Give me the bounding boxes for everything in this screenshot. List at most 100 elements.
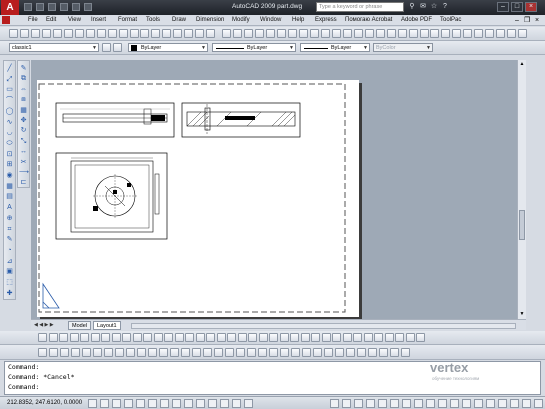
osnap-tool-10-icon[interactable]: [137, 348, 146, 357]
osnap-tool-21-icon[interactable]: [258, 348, 267, 357]
modify-tool-8-icon[interactable]: ⤡: [19, 137, 28, 146]
draw-tool-16-icon[interactable]: ⌗: [5, 225, 14, 234]
standard-tool-29-icon[interactable]: [321, 29, 330, 38]
dimension-tool-32-icon[interactable]: [364, 333, 373, 342]
draw-tool-1-icon[interactable]: ╱: [5, 64, 14, 73]
plot-icon[interactable]: [84, 3, 92, 11]
menu-acrobat-ru[interactable]: Помогаю Acrobat: [345, 16, 392, 25]
osnap-tool-17-icon[interactable]: [214, 348, 223, 357]
osnap-tool-2-icon[interactable]: [49, 348, 58, 357]
status-toggle-10-icon[interactable]: [196, 399, 205, 408]
dimension-tool-4-icon[interactable]: [70, 333, 79, 342]
standard-tool-6-icon[interactable]: [64, 29, 73, 38]
modify-tool-5-icon[interactable]: ▦: [19, 106, 28, 115]
close-button[interactable]: ×: [525, 2, 537, 12]
draw-tool-22-icon[interactable]: ✚: [5, 289, 14, 298]
modify-tool-7-icon[interactable]: ↻: [19, 126, 28, 135]
status-toggle-9-icon[interactable]: [184, 399, 193, 408]
modify-tool-2-icon[interactable]: ⧉: [19, 74, 28, 83]
osnap-tool-3-icon[interactable]: [60, 348, 69, 357]
status-toggle-31-icon[interactable]: [522, 399, 531, 408]
standard-tool-7-icon[interactable]: [75, 29, 84, 38]
dimension-tool-23-icon[interactable]: [269, 333, 278, 342]
favorites-icon[interactable]: ☆: [430, 3, 438, 11]
osnap-tool-27-icon[interactable]: [324, 348, 333, 357]
dimension-tool-27-icon[interactable]: [311, 333, 320, 342]
redo-icon[interactable]: [72, 3, 80, 11]
standard-tool-24-icon[interactable]: [266, 29, 275, 38]
tab-model[interactable]: Model: [68, 321, 91, 330]
osnap-tool-19-icon[interactable]: [236, 348, 245, 357]
standard-tool-30-icon[interactable]: [332, 29, 341, 38]
menu-edit[interactable]: Edit: [46, 16, 56, 25]
osnap-tool-31-icon[interactable]: [368, 348, 377, 357]
status-toggle-19-icon[interactable]: [378, 399, 387, 408]
draw-tool-18-icon[interactable]: ◔: [5, 246, 14, 255]
document-icon[interactable]: [2, 16, 10, 24]
draw-tool-21-icon[interactable]: ⬚: [5, 278, 14, 287]
dimension-tool-14-icon[interactable]: [175, 333, 184, 342]
dimension-tool-16-icon[interactable]: [196, 333, 205, 342]
standard-tool-37-icon[interactable]: [409, 29, 418, 38]
undo-icon[interactable]: [60, 3, 68, 11]
osnap-tool-32-icon[interactable]: [379, 348, 388, 357]
standard-tool-2-icon[interactable]: [20, 29, 29, 38]
status-toggle-7-icon[interactable]: [160, 399, 169, 408]
scroll-up-arrow-icon[interactable]: ▲: [518, 60, 526, 68]
osnap-tool-29-icon[interactable]: [346, 348, 355, 357]
dimension-tool-28-icon[interactable]: [322, 333, 331, 342]
standard-tool-32-icon[interactable]: [354, 29, 363, 38]
osnap-tool-25-icon[interactable]: [302, 348, 311, 357]
status-toggle-6-icon[interactable]: [148, 399, 157, 408]
standard-tool-34-icon[interactable]: [376, 29, 385, 38]
standard-tool-21-icon[interactable]: [233, 29, 242, 38]
osnap-tool-11-icon[interactable]: [148, 348, 157, 357]
osnap-tool-30-icon[interactable]: [357, 348, 366, 357]
minimize-button[interactable]: –: [497, 2, 509, 12]
standard-tool-35-icon[interactable]: [387, 29, 396, 38]
standard-tool-42-icon[interactable]: [463, 29, 472, 38]
menu-window[interactable]: Window: [260, 16, 281, 25]
standard-tool-13-icon[interactable]: [140, 29, 149, 38]
dimension-tool-26-icon[interactable]: [301, 333, 310, 342]
standard-tool-27-icon[interactable]: [299, 29, 308, 38]
status-toggle-16-icon[interactable]: [342, 399, 351, 408]
dimension-tool-20-icon[interactable]: [238, 333, 247, 342]
status-toggle-1-icon[interactable]: [88, 399, 97, 408]
dimension-tool-18-icon[interactable]: [217, 333, 226, 342]
doc-close-icon[interactable]: ×: [535, 16, 539, 25]
osnap-tool-1-icon[interactable]: [38, 348, 47, 357]
standard-tool-3-icon[interactable]: [31, 29, 40, 38]
standard-tool-9-icon[interactable]: [97, 29, 106, 38]
dimension-tool-15-icon[interactable]: [185, 333, 194, 342]
draw-tool-17-icon[interactable]: ✎: [5, 235, 14, 244]
standard-tool-25-icon[interactable]: [277, 29, 286, 38]
standard-tool-18-icon[interactable]: [195, 29, 204, 38]
dimension-tool-6-icon[interactable]: [91, 333, 100, 342]
draw-tool-11-icon[interactable]: ◉: [5, 171, 14, 180]
osnap-tool-26-icon[interactable]: [313, 348, 322, 357]
osnap-tool-20-icon[interactable]: [247, 348, 256, 357]
tab-layout1[interactable]: Layout1: [93, 321, 121, 330]
status-toggle-12-icon[interactable]: [220, 399, 229, 408]
draw-tool-12-icon[interactable]: ▦: [5, 182, 14, 191]
dimension-tool-22-icon[interactable]: [259, 333, 268, 342]
standard-tool-31-icon[interactable]: [343, 29, 352, 38]
dimension-tool-31-icon[interactable]: [353, 333, 362, 342]
standard-tool-14-icon[interactable]: [151, 29, 160, 38]
standard-tool-47-icon[interactable]: [518, 29, 527, 38]
standard-tool-43-icon[interactable]: [474, 29, 483, 38]
osnap-tool-6-icon[interactable]: [93, 348, 102, 357]
standard-tool-5-icon[interactable]: [53, 29, 62, 38]
status-toggle-20-icon[interactable]: [390, 399, 399, 408]
dimension-tool-33-icon[interactable]: [374, 333, 383, 342]
osnap-tool-14-icon[interactable]: [181, 348, 190, 357]
draw-tool-7-icon[interactable]: ◡: [5, 128, 14, 137]
osnap-tool-33-icon[interactable]: [390, 348, 399, 357]
draw-tool-13-icon[interactable]: ▤: [5, 192, 14, 201]
lineweight-dropdown[interactable]: ByLayer ▼: [300, 43, 370, 52]
draw-tool-3-icon[interactable]: ▭: [5, 85, 14, 94]
standard-tool-1-icon[interactable]: [9, 29, 18, 38]
dimension-tool-17-icon[interactable]: [206, 333, 215, 342]
draw-tool-6-icon[interactable]: ∿: [5, 118, 14, 127]
